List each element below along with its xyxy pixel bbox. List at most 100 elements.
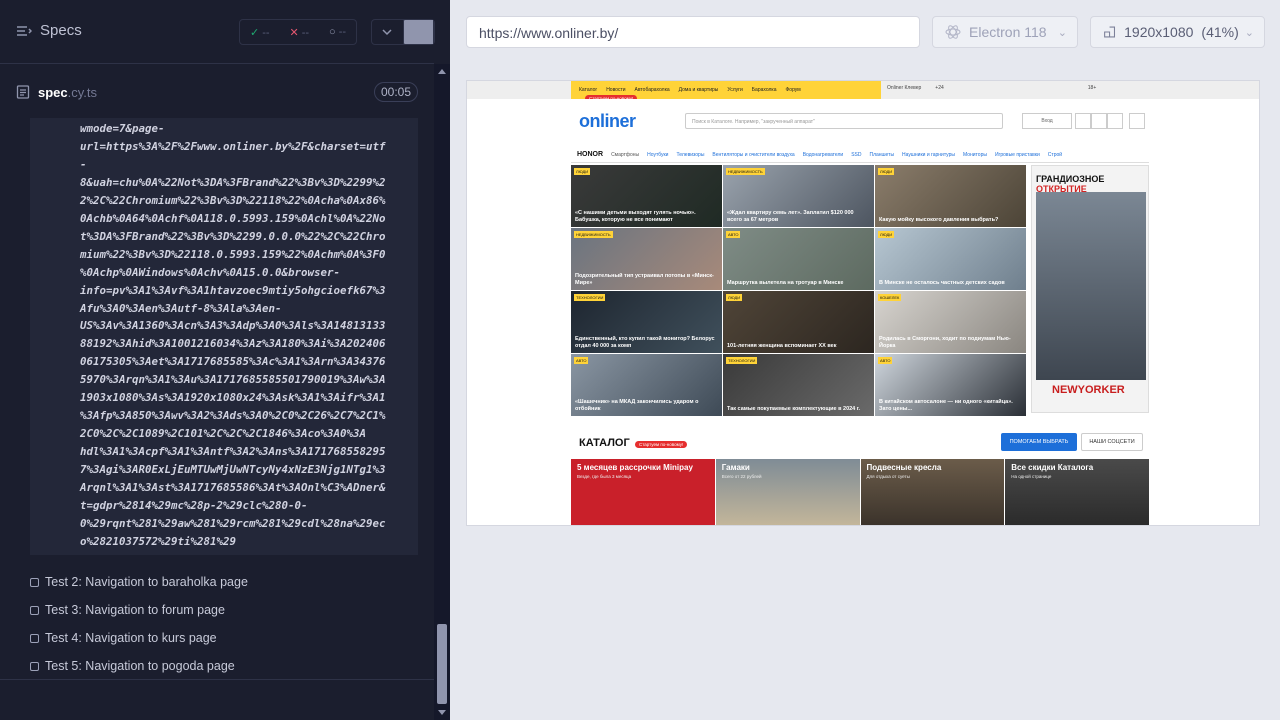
test-item[interactable]: Test 4: Navigation to kurs page — [30, 624, 248, 652]
news-tile[interactable]: КОШЕЛЕК Родилась в Сморгони, ходит по под… — [875, 291, 1026, 353]
document-icon — [16, 85, 30, 99]
nav-item[interactable]: Автобарахолка — [635, 87, 670, 93]
news-tile[interactable]: АВТО «Шашечник» на МКАД закончились ударо… — [571, 354, 722, 416]
spec-file-row[interactable]: spec.cy.ts 00:05 — [16, 78, 418, 106]
site-logo[interactable]: onliner — [579, 111, 636, 132]
brand-link[interactable]: Игровые приставки — [995, 152, 1040, 158]
vk-icon[interactable] — [1091, 113, 1107, 129]
news-tag: ЛЮДИ — [878, 231, 895, 238]
catalog-tile-subtitle: Всего от 22 рублей — [721, 474, 762, 479]
news-caption: Какую мойку высокого давления выбрать? — [879, 216, 999, 223]
nav-item[interactable]: Форум — [786, 87, 801, 93]
url-field[interactable]: https://www.onliner.by/ — [466, 16, 920, 48]
specs-title[interactable]: Specs — [16, 22, 82, 39]
catalog-tile[interactable]: Подвесные кресла Для отдыха от суеты — [860, 459, 1005, 525]
catalog-tile-title: Все скидки Каталога — [1011, 463, 1094, 472]
brand-link[interactable]: Наушники и гарнитуры — [902, 152, 955, 158]
news-tile[interactable]: АВТО Маршрутка вылетела на тротуар в Минс… — [723, 228, 874, 290]
browser-name: Electron 118 — [969, 24, 1047, 40]
nav-item[interactable]: Дома и квартиры — [679, 87, 719, 93]
catalog-promo-badge: Стартуем по-новому! — [635, 441, 688, 448]
ad-brand: NEWYORKER — [1052, 384, 1125, 396]
nav-item[interactable]: Каталог — [579, 87, 597, 93]
catalog-tile[interactable]: Гамаки Всего от 22 рублей — [715, 459, 860, 525]
news-tag: ТЕХНОЛОГИИ — [726, 357, 758, 364]
brand-link[interactable]: SSD — [851, 152, 861, 158]
social-button[interactable]: НАШИ СОЦСЕТИ — [1081, 433, 1143, 451]
test-item[interactable]: Test 2: Navigation to baraholka page — [30, 568, 248, 596]
nav-item[interactable]: Новости — [606, 87, 625, 93]
login-button[interactable]: Вход — [1022, 113, 1072, 129]
scroll-up-icon[interactable] — [438, 69, 446, 74]
viewport-selector[interactable]: 1920x1080 (41%) ⌄ — [1090, 16, 1265, 48]
scroll-thumb[interactable] — [437, 624, 447, 704]
chevron-down-icon: ⌄ — [1057, 26, 1067, 39]
ok-icon[interactable] — [1107, 113, 1123, 129]
aut-iframe[interactable]: Каталог Новости Автобарахолка Дома и ква… — [466, 80, 1260, 526]
clever-link[interactable]: Onliner Клевер — [887, 85, 921, 91]
news-grid: ЛЮДИ «С нашими детьми выходят гулять ночь… — [571, 165, 1026, 416]
spec-name: spec — [38, 84, 68, 100]
catalog-tile-title: 5 месяцев рассрочки Minipay — [577, 463, 693, 472]
brand-link[interactable]: Водонагреватели — [803, 152, 843, 158]
brand-link[interactable]: Планшеты — [869, 152, 894, 158]
news-tile[interactable]: ТЕХНОЛОГИИ Так самые покупаемые комплекту… — [723, 354, 874, 416]
help-choose-button[interactable]: ПОМОГАЕМ ВЫБРАТЬ — [1001, 433, 1077, 451]
specs-title-label: Specs — [40, 22, 82, 39]
nav-item[interactable]: Услуги — [727, 87, 742, 93]
site-search-input[interactable]: Поиск в Каталоге. Например, "закрученный… — [685, 113, 1003, 129]
brand-link[interactable]: Телевизоры — [676, 152, 704, 158]
run-controls — [371, 19, 435, 45]
site-extra-links: Onliner Клевер +24 18+ — [887, 85, 1096, 91]
scroll-down-icon[interactable] — [438, 710, 446, 715]
weather-widget[interactable]: +24 — [935, 85, 943, 91]
nav-item[interactable]: Барахолка — [752, 87, 777, 93]
reporter-scrollbar[interactable] — [434, 64, 450, 720]
news-tag: ЛЮДИ — [574, 168, 591, 175]
pending-count: -- — [338, 26, 347, 38]
news-tile[interactable]: АВТО В китайском автосалоне — ни одного «… — [875, 354, 1026, 416]
stop-button[interactable] — [403, 20, 434, 44]
browser-selector[interactable]: Electron 118 ⌄ — [932, 16, 1078, 48]
test-stats: ✓ -- ✕ -- ○ -- — [239, 19, 357, 45]
news-caption: Родилась в Сморгони, ходит по подиумам Н… — [879, 336, 1011, 349]
app-preview-panel: https://www.onliner.by/ Electron 118 ⌄ 1… — [450, 0, 1280, 720]
pending-checkbox-icon — [30, 577, 39, 587]
catalog-tile[interactable]: 5 месяцев рассрочки Minipay Везде, где бы… — [571, 459, 715, 525]
brand-link[interactable]: Мониторы — [963, 152, 987, 158]
news-tile[interactable]: ЛЮДИ 101-летняя женщина вспоминает XX век — [723, 291, 874, 353]
news-caption: «Ждал квартиру семь лет». Заплатил $120 … — [727, 210, 854, 223]
news-tile[interactable]: ЛЮДИ Какую мойку высокого давления выбрат… — [875, 165, 1026, 227]
brand-link[interactable]: Смартфоны — [611, 152, 639, 158]
brand-link[interactable]: Строй — [1048, 152, 1062, 158]
news-tile[interactable]: ЛЮДИ «С нашими детьми выходят гулять ночь… — [571, 165, 722, 227]
cart-icon[interactable] — [1129, 113, 1145, 129]
catalog-tile[interactable]: Все скидки Каталога На одной странице — [1005, 459, 1149, 525]
news-tile[interactable]: НЕДВИЖИМОСТЬ Подозрительный тип устраивал… — [571, 228, 722, 290]
brand-link[interactable]: Ноутбуки — [647, 152, 668, 158]
test-item[interactable]: Test 5: Navigation to pogoda page — [30, 652, 248, 680]
news-tag: ЛЮДИ — [726, 294, 743, 301]
advertisement[interactable]: ГРАНДИОЗНОЕ ОТКРЫТИЕ NEWYORKER — [1031, 165, 1149, 413]
menu-lines-icon — [17, 25, 32, 36]
news-tag: ТЕХНОЛОГИИ — [574, 294, 606, 301]
test-item[interactable]: Test 3: Navigation to forum page — [30, 596, 248, 624]
chevron-down-icon: ⌄ — [1244, 26, 1254, 39]
news-caption: В китайском автосалоне — ни одного «кита… — [879, 399, 1013, 412]
news-tile[interactable]: ТЕХНОЛОГИИ Единственный, кто купил такой … — [571, 291, 722, 353]
catalog-tiles: 5 месяцев рассрочки Minipay Везде, где бы… — [571, 459, 1149, 525]
age-badge: 18+ — [1087, 85, 1097, 91]
passed-icon: ✓ — [249, 26, 260, 39]
facebook-icon[interactable] — [1075, 113, 1091, 129]
news-caption: Маршрутка вылетела на тротуар в Минске — [727, 279, 844, 286]
catalog-tile-title: Подвесные кресла — [866, 463, 942, 472]
failed-count: -- — [301, 26, 310, 39]
spec-ext: .cy.ts — [67, 84, 98, 100]
catalog-tile-subtitle: Везде, где была 3 месяца — [577, 474, 632, 479]
news-tile[interactable]: ЛЮДИ В Минске не осталось частных детских… — [875, 228, 1026, 290]
news-tile[interactable]: НЕДВИЖИМОСТЬ «Ждал квартиру семь лет». За… — [723, 165, 874, 227]
chevron-down-icon[interactable] — [372, 20, 404, 44]
brand-link[interactable]: Вентиляторы и очистители воздуха — [712, 152, 794, 158]
brand-name[interactable]: HONOR — [577, 151, 603, 158]
site-header: onliner Поиск в Каталоге. Например, "зак… — [467, 99, 1259, 147]
